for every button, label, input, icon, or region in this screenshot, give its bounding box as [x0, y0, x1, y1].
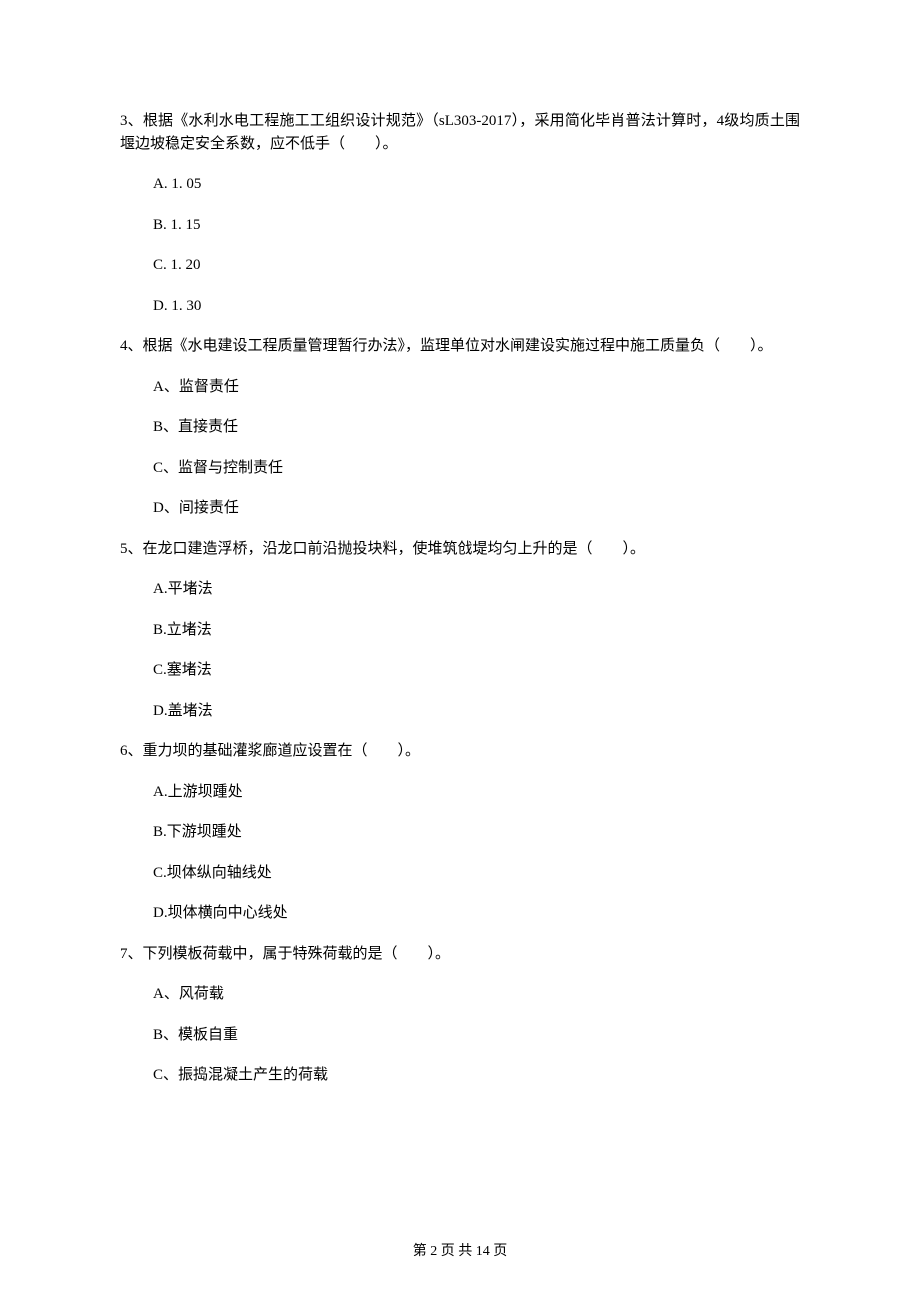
question-options: A、监督责任 B、直接责任 C、监督与控制责任 D、间接责任: [120, 376, 800, 520]
option-c: C. 1. 20: [153, 254, 800, 277]
question-7: 7、下列模板荷载中，属于特殊荷载的是（ ）。 A、风荷载 B、模板自重 C、振捣…: [120, 943, 800, 1087]
option-b: B.下游坝踵处: [153, 821, 800, 844]
question-stem: 7、下列模板荷载中，属于特殊荷载的是（ ）。: [120, 943, 800, 966]
option-c: C、振捣混凝土产生的荷载: [153, 1064, 800, 1087]
question-3: 3、根据《水利水电工程施工工组织设计规范》（sL303-2017），采用简化毕肖…: [120, 110, 800, 317]
option-d: D.盖堵法: [153, 700, 800, 723]
option-d: D.坝体横向中心线处: [153, 902, 800, 925]
option-a: A、风荷载: [153, 983, 800, 1006]
option-c: C、监督与控制责任: [153, 457, 800, 480]
option-b: B、直接责任: [153, 416, 800, 439]
option-a: A、监督责任: [153, 376, 800, 399]
question-6: 6、重力坝的基础灌浆廊道应设置在（ ）。 A.上游坝踵处 B.下游坝踵处 C.坝…: [120, 740, 800, 925]
question-stem: 4、根据《水电建设工程质量管理暂行办法》，监理单位对水闸建设实施过程中施工质量负…: [120, 335, 800, 358]
question-stem: 6、重力坝的基础灌浆廊道应设置在（ ）。: [120, 740, 800, 763]
option-b: B. 1. 15: [153, 214, 800, 237]
question-4: 4、根据《水电建设工程质量管理暂行办法》，监理单位对水闸建设实施过程中施工质量负…: [120, 335, 800, 520]
question-5: 5、在龙口建造浮桥，沿龙口前沿抛投块料，使堆筑戗堤均匀上升的是（ ）。 A.平堵…: [120, 538, 800, 723]
option-a: A.上游坝踵处: [153, 781, 800, 804]
option-a: A.平堵法: [153, 578, 800, 601]
option-c: C.坝体纵向轴线处: [153, 862, 800, 885]
page-container: 3、根据《水利水电工程施工工组织设计规范》（sL303-2017），采用简化毕肖…: [0, 0, 920, 1302]
question-stem: 5、在龙口建造浮桥，沿龙口前沿抛投块料，使堆筑戗堤均匀上升的是（ ）。: [120, 538, 800, 561]
question-options: A.平堵法 B.立堵法 C.塞堵法 D.盖堵法: [120, 578, 800, 722]
question-stem: 3、根据《水利水电工程施工工组织设计规范》（sL303-2017），采用简化毕肖…: [120, 110, 800, 155]
option-c: C.塞堵法: [153, 659, 800, 682]
question-options: A. 1. 05 B. 1. 15 C. 1. 20 D. 1. 30: [120, 173, 800, 317]
page-footer: 第 2 页 共 14 页: [0, 1241, 920, 1262]
option-b: B.立堵法: [153, 619, 800, 642]
question-options: A、风荷载 B、模板自重 C、振捣混凝土产生的荷载: [120, 983, 800, 1087]
option-d: D. 1. 30: [153, 295, 800, 318]
option-b: B、模板自重: [153, 1024, 800, 1047]
option-a: A. 1. 05: [153, 173, 800, 196]
question-options: A.上游坝踵处 B.下游坝踵处 C.坝体纵向轴线处 D.坝体横向中心线处: [120, 781, 800, 925]
option-d: D、间接责任: [153, 497, 800, 520]
